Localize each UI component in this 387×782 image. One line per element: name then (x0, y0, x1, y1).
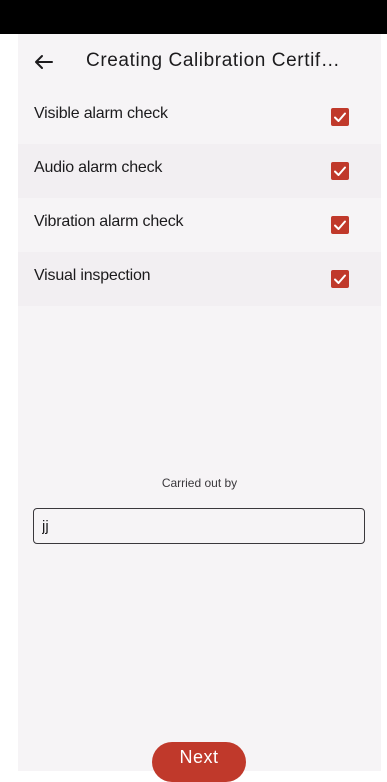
checklist-item-label: Audio alarm check (34, 159, 163, 176)
visual-inspection-checkbox[interactable] (331, 270, 349, 288)
checklist-item-label: Visual inspection (34, 267, 151, 284)
audio-alarm-checkbox[interactable] (331, 162, 349, 180)
checklist-row-visual-inspection[interactable]: Visual inspection (18, 252, 381, 306)
checklist-row-vibration-alarm[interactable]: Vibration alarm check (18, 198, 381, 252)
status-bar (0, 0, 387, 34)
vibration-alarm-checkbox[interactable] (331, 216, 349, 234)
arrow-left-icon (35, 55, 53, 69)
visible-alarm-checkbox[interactable] (331, 108, 349, 126)
checklist-item-label: Visible alarm check (34, 105, 168, 122)
app-screen: Creating Calibration Certif… Visible ala… (18, 34, 381, 782)
checkmark-icon (334, 112, 346, 122)
checklist-row-visible-alarm[interactable]: Visible alarm check (18, 90, 381, 144)
checklist-row-audio-alarm[interactable]: Audio alarm check (18, 144, 381, 198)
checkmark-icon (334, 274, 346, 284)
back-button[interactable] (30, 48, 58, 76)
checklist: Visible alarm check Audio alarm check Vi… (18, 90, 381, 306)
checkmark-icon (334, 166, 346, 176)
app-bar: Creating Calibration Certif… (18, 34, 381, 90)
page-title: Creating Calibration Certif… (86, 50, 341, 71)
carried-out-by-label: Carried out by (161, 476, 238, 490)
checkmark-icon (334, 220, 346, 230)
checklist-item-label: Vibration alarm check (34, 213, 184, 230)
next-button[interactable]: Next (152, 742, 246, 782)
carried-out-by-input[interactable] (33, 508, 365, 544)
